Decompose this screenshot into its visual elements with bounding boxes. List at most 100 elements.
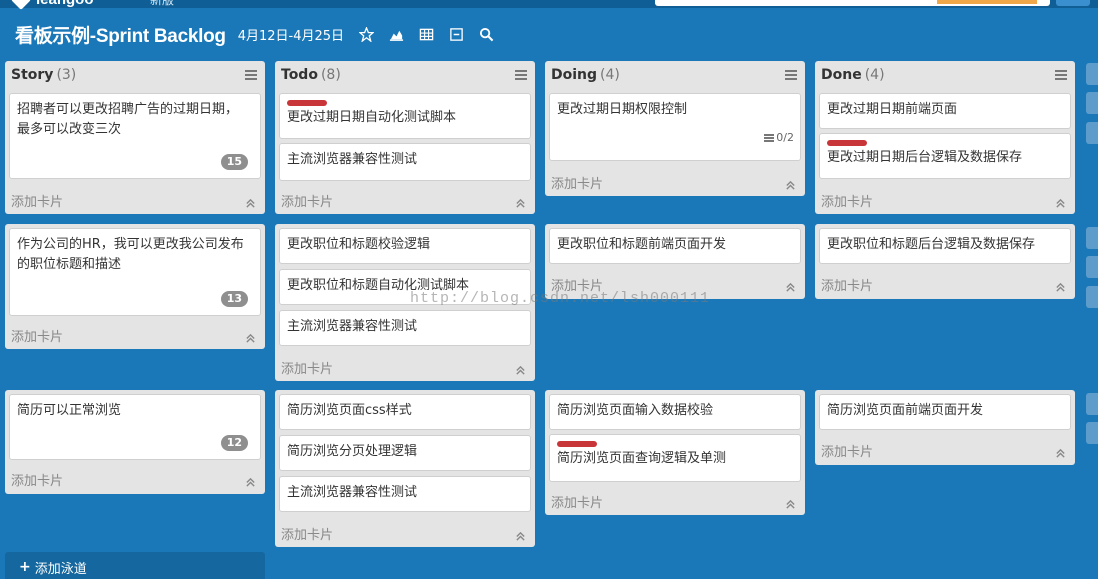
- chart-icon[interactable]: [388, 26, 404, 42]
- add-card-link[interactable]: 添加卡片: [281, 524, 333, 543]
- card-text: 简历浏览页面css样式: [287, 403, 412, 418]
- grid-icon[interactable]: [418, 26, 434, 42]
- add-card-link[interactable]: 添加卡片: [551, 173, 603, 192]
- board-title[interactable]: 看板示例-Sprint Backlog: [15, 21, 226, 48]
- brand-name[interactable]: leangoo: [36, 0, 94, 8]
- task-card[interactable]: 更改职位和标题校验逻辑: [279, 228, 531, 264]
- search-button[interactable]: [937, 0, 1037, 4]
- collapse-icon[interactable]: [515, 194, 525, 208]
- add-card-link[interactable]: 添加卡片: [821, 191, 873, 210]
- collapse-icon[interactable]: [515, 527, 525, 541]
- story-card[interactable]: 作为公司的HR，我可以更改我公司发布的职位标题和描述 13: [9, 228, 261, 316]
- add-card-link[interactable]: 添加卡片: [281, 358, 333, 377]
- menu-icon[interactable]: [245, 70, 257, 80]
- task-card[interactable]: 主流浏览器兼容性测试: [279, 143, 531, 181]
- add-lane-button[interactable]: + 添加泳道: [5, 552, 265, 579]
- column-count: (4): [864, 67, 885, 83]
- collapse-icon[interactable]: [515, 361, 525, 375]
- story-points-badge: 15: [220, 154, 248, 170]
- card-text: 简历浏览页面查询逻辑及单测: [557, 451, 727, 466]
- add-card-link[interactable]: 添加卡片: [551, 492, 603, 511]
- card-text: 招聘者可以更改招聘广告的过期日期，最多可以改变三次: [17, 102, 239, 137]
- collapse-icon[interactable]: [245, 473, 255, 487]
- collapse-icon[interactable]: [785, 278, 795, 292]
- card-text: 简历浏览分页处理逻辑: [287, 444, 418, 459]
- collapse-icon[interactable]: [785, 495, 795, 509]
- collapse-icon[interactable]: [1055, 278, 1065, 292]
- story-card[interactable]: 招聘者可以更改招聘广告的过期日期，最多可以改变三次 15: [9, 93, 261, 179]
- story-card[interactable]: 简历可以正常浏览 12: [9, 394, 261, 460]
- task-card[interactable]: 更改过期日期后台逻辑及数据保存: [819, 133, 1071, 179]
- card-text: 主流浏览器兼容性测试: [287, 319, 418, 334]
- task-card[interactable]: 更改职位和标题后台逻辑及数据保存: [819, 228, 1071, 264]
- collapse-icon[interactable]: [785, 176, 795, 190]
- board-dates: 4月12日-4月25日: [237, 28, 345, 44]
- card-text: 作为公司的HR，我可以更改我公司发布的职位标题和描述: [17, 237, 244, 272]
- side-tab[interactable]: [1086, 286, 1098, 308]
- task-card[interactable]: 主流浏览器兼容性测试: [279, 476, 531, 512]
- story-column: 作为公司的HR，我可以更改我公司发布的职位标题和描述 13 添加卡片: [5, 224, 265, 349]
- red-label: [557, 441, 597, 447]
- menu-icon[interactable]: [785, 70, 797, 80]
- plus-icon: +: [19, 559, 31, 575]
- notification-link[interactable]: 新版: [150, 0, 174, 8]
- menu-icon[interactable]: [1055, 70, 1067, 80]
- task-card[interactable]: 简历浏览页面查询逻辑及单测: [549, 434, 801, 482]
- watermark: http://blog.csdn.net/lsh000111: [410, 290, 711, 307]
- add-card-link[interactable]: 添加卡片: [11, 326, 63, 345]
- task-card[interactable]: 更改过期日期前端页面: [819, 93, 1071, 129]
- side-tab[interactable]: [1086, 393, 1098, 415]
- search-input[interactable]: [655, 0, 1050, 6]
- collapse-icon[interactable]: [245, 194, 255, 208]
- column-name: Doing: [551, 67, 598, 83]
- column-header: Todo (8): [275, 61, 535, 89]
- side-tab[interactable]: [1086, 92, 1098, 114]
- user-button[interactable]: [1056, 0, 1090, 6]
- collapse-icon[interactable]: [1055, 194, 1065, 208]
- column-count: (3): [56, 67, 77, 83]
- column-name: Story: [11, 67, 54, 83]
- add-lane-label: 添加泳道: [34, 561, 87, 577]
- card-text: 主流浏览器兼容性测试: [287, 485, 418, 500]
- task-card[interactable]: 更改过期日期自动化测试脚本: [279, 93, 531, 139]
- add-card-link[interactable]: 添加卡片: [11, 470, 63, 489]
- menu-icon[interactable]: [515, 70, 527, 80]
- task-card[interactable]: 简历浏览页面输入数据校验: [549, 394, 801, 430]
- side-tab[interactable]: [1086, 422, 1098, 444]
- collapse-icon[interactable]: [1055, 444, 1065, 458]
- task-card[interactable]: 简历浏览分页处理逻辑: [279, 435, 531, 471]
- task-card[interactable]: 主流浏览器兼容性测试: [279, 310, 531, 346]
- add-card-link[interactable]: 添加卡片: [821, 441, 873, 460]
- board-header: 看板示例-Sprint Backlog 4月12日-4月25日: [0, 18, 1098, 50]
- search-icon[interactable]: [478, 26, 494, 42]
- star-icon[interactable]: [358, 26, 374, 42]
- task-card[interactable]: 简历浏览页面css样式: [279, 394, 531, 430]
- side-tab[interactable]: [1086, 63, 1098, 85]
- task-card[interactable]: 更改职位和标题前端页面开发: [549, 228, 801, 264]
- checklist-indicator: 0/2: [764, 128, 794, 148]
- task-card[interactable]: 更改过期日期权限控制 0/2: [549, 93, 801, 161]
- side-tab[interactable]: [1086, 227, 1098, 249]
- card-text: 更改职位和标题校验逻辑: [287, 237, 431, 252]
- task-card[interactable]: 简历浏览页面前端页面开发: [819, 394, 1071, 430]
- card-text: 简历可以正常浏览: [17, 403, 122, 418]
- column-name: Done: [821, 67, 862, 83]
- add-card-link[interactable]: 添加卡片: [11, 191, 63, 210]
- side-tab[interactable]: [1086, 256, 1098, 278]
- minimize-icon[interactable]: [448, 26, 464, 42]
- add-card-link[interactable]: 添加卡片: [821, 275, 873, 294]
- story-points-badge: 12: [220, 435, 248, 451]
- column-header: Story (3): [5, 61, 265, 89]
- todo-column: Todo (8) 更改过期日期自动化测试脚本 主流浏览器兼容性测试 添加卡片: [275, 61, 535, 214]
- collapse-icon[interactable]: [245, 329, 255, 343]
- logo-icon[interactable]: [11, 0, 31, 10]
- doing-column: 简历浏览页面输入数据校验 简历浏览页面查询逻辑及单测 添加卡片: [545, 390, 805, 515]
- todo-column: 简历浏览页面css样式 简历浏览分页处理逻辑 主流浏览器兼容性测试 添加卡片: [275, 390, 535, 547]
- column-header: Doing (4): [545, 61, 805, 89]
- card-text: 更改职位和标题后台逻辑及数据保存: [827, 237, 1036, 252]
- side-tab[interactable]: [1086, 122, 1098, 144]
- done-column: 更改职位和标题后台逻辑及数据保存 添加卡片: [815, 224, 1075, 299]
- doing-column: 更改职位和标题前端页面开发 添加卡片: [545, 224, 805, 299]
- card-text: 更改职位和标题前端页面开发: [557, 237, 727, 252]
- add-card-link[interactable]: 添加卡片: [281, 191, 333, 210]
